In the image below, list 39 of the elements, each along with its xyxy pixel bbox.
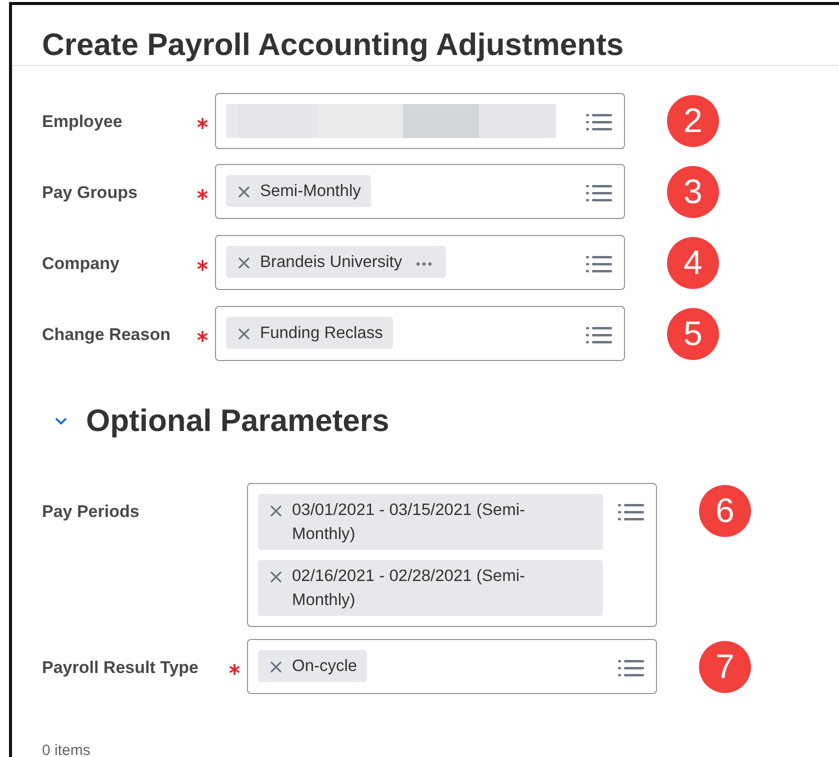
step-badge: 7 [699, 641, 751, 693]
list-icon[interactable] [618, 502, 644, 522]
item-count: 0 items [42, 742, 92, 757]
step-badge: 3 [667, 166, 719, 218]
selected-chip[interactable]: Semi-Monthly [226, 175, 371, 207]
remove-icon[interactable] [238, 186, 250, 198]
list-icon[interactable] [586, 183, 612, 203]
field-label: Payroll Result Type [42, 657, 200, 679]
list-icon[interactable] [586, 112, 612, 132]
field-label: Change Reason [42, 324, 172, 346]
remove-icon[interactable] [238, 257, 250, 269]
multiselect-field[interactable]: 03/01/2021 - 03/15/2021 (Semi-Monthly) 02/16/2021 - 02/28/2021 (Semi-Monthly) [247, 483, 657, 627]
remove-icon[interactable] [270, 505, 282, 517]
remove-icon[interactable] [238, 328, 250, 340]
field-label: Pay Groups [42, 182, 138, 204]
multiselect-field[interactable]: Brandeis University [215, 235, 625, 290]
multiselect-field[interactable]: Semi-Monthly [215, 164, 625, 219]
page-title: Create Payroll Accounting Adjustments [12, 5, 839, 66]
step-badge: 2 [667, 95, 719, 147]
selected-chip[interactable]: On-cycle [258, 650, 368, 682]
selected-chip[interactable]: Funding Reclass [226, 317, 393, 349]
step-badge: 4 [667, 237, 719, 289]
step-badge: 5 [667, 308, 719, 360]
selected-chip[interactable]: 02/16/2021 - 02/28/2021 (Semi-Monthly) [258, 560, 603, 616]
field-label: Pay Periods [42, 501, 140, 523]
list-icon[interactable] [586, 325, 612, 345]
multiselect-field[interactable]: Funding Reclass [215, 306, 625, 361]
section-heading: Optional Parameters [86, 403, 390, 439]
multiselect-field[interactable]: On-cycle [247, 639, 657, 694]
multiselect-field[interactable] [215, 93, 625, 149]
selected-chip[interactable]: Brandeis University [226, 246, 446, 278]
field-label: Employee [42, 111, 124, 133]
step-badge: 6 [699, 485, 751, 537]
remove-icon[interactable] [270, 571, 282, 583]
selected-chip[interactable]: 03/01/2021 - 03/15/2021 (Semi-Monthly) [258, 494, 603, 550]
field-label: Company [42, 253, 120, 275]
remove-icon[interactable] [270, 661, 282, 673]
list-icon[interactable] [586, 254, 612, 274]
list-icon[interactable] [618, 658, 644, 678]
